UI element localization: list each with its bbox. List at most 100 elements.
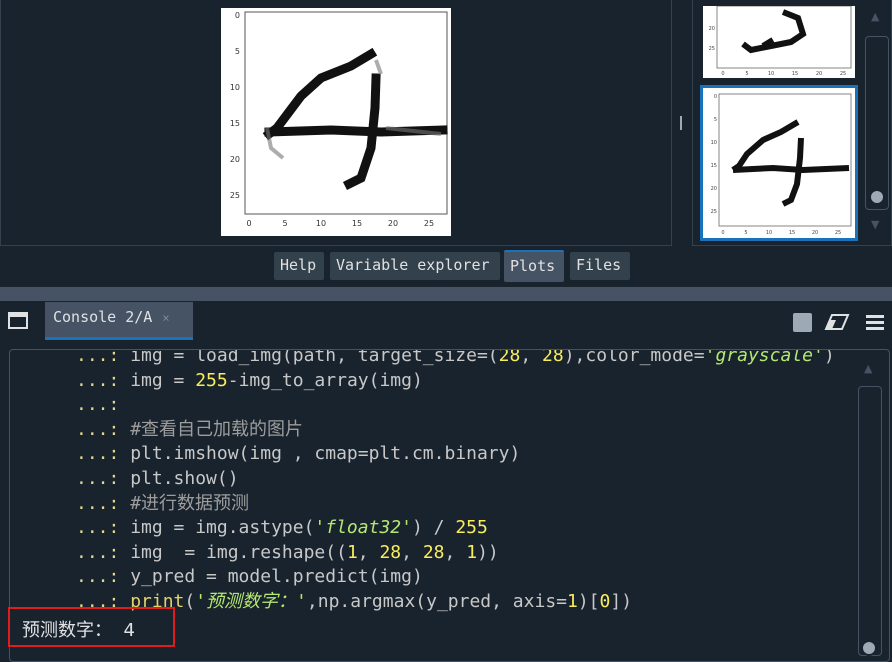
- code-token: 1: [567, 591, 578, 612]
- t2-xtick-0: 0: [721, 230, 724, 236]
- code-token: ,: [357, 541, 380, 563]
- code-token: 1: [346, 541, 358, 563]
- t1-xtick-15: 15: [792, 71, 798, 77]
- t2-xtick-10: 10: [766, 230, 772, 236]
- main-ytick-20: 20: [230, 155, 240, 164]
- main-xtick-5: 5: [282, 219, 287, 228]
- scroll-down-arrow-icon[interactable]: ▼: [871, 218, 879, 231]
- code-line: ...: img = 255-img_to_array(img): [76, 369, 423, 393]
- t1-xtick-20: 20: [816, 71, 822, 77]
- code-token: ,: [444, 541, 467, 563]
- menu-icon[interactable]: [866, 314, 884, 334]
- t2-ytick-20: 20: [711, 186, 717, 192]
- t1-xtick-10: 10: [768, 71, 774, 77]
- thumbnails-scroll-thumb[interactable]: [869, 189, 885, 205]
- main-xtick-0: 0: [246, 219, 251, 228]
- splitter-handle[interactable]: [680, 116, 682, 130]
- t1-xtick-0: 0: [721, 71, 724, 77]
- code-token: 1: [466, 541, 478, 563]
- code-token: 255: [455, 517, 488, 539]
- browse-tabs-icon[interactable]: [8, 312, 28, 330]
- plot-thumbnail-1[interactable]: 20 25 0 5 10 15 20 25: [703, 5, 855, 78]
- main-ytick-15: 15: [230, 119, 240, 128]
- code-token: (: [184, 591, 196, 612]
- t2-xtick-25: 25: [835, 230, 841, 236]
- console-scrollbar[interactable]: [858, 386, 882, 656]
- plot-thumbnail-2-selected[interactable]: 0 5 10 15 20 25 0 5 10 15 20 25: [700, 85, 858, 241]
- scroll-up-arrow-icon[interactable]: ▲: [871, 10, 879, 23]
- code-token: ,: [520, 349, 543, 366]
- main-xtick-20: 20: [388, 219, 398, 228]
- continuation-prompt: ...:: [76, 418, 131, 440]
- stop-icon[interactable]: [793, 313, 812, 332]
- code-token: 255: [195, 369, 228, 391]
- console-tab-label: Console 2/A: [53, 308, 153, 326]
- continuation-prompt: ...:: [76, 492, 131, 514]
- t1-xtick-25: 25: [840, 71, 846, 77]
- t2-ytick-10: 10: [711, 140, 717, 146]
- code-token: 28: [498, 349, 521, 366]
- digit-four-plot: 0 5 10 15 20 25 0 5 10 15 20 25: [230, 11, 448, 228]
- tab-plots[interactable]: Plots: [504, 250, 564, 282]
- thumbnails-scrollbar[interactable]: [865, 36, 889, 210]
- code-line: ...: img = img.reshape((1, 28, 28, 1)): [76, 541, 499, 565]
- code-token: ,: [401, 541, 423, 563]
- continuation-prompt: ...:: [76, 443, 131, 465]
- code-token: -img_to_array(img): [227, 369, 423, 391]
- code-line: ...: y_pred = model.predict(img): [76, 565, 423, 589]
- t2-xtick-20: 20: [812, 230, 818, 236]
- code-token: '预测数字：': [195, 591, 307, 612]
- code-token: ]): [610, 591, 633, 612]
- t2-ytick-5: 5: [714, 117, 717, 123]
- code-token: img =: [130, 369, 196, 391]
- main-ytick-0: 0: [235, 11, 240, 20]
- tab-files[interactable]: Files: [570, 252, 630, 280]
- main-xtick-15: 15: [352, 219, 362, 228]
- continuation-prompt: ...:: [76, 541, 131, 563]
- code-token: ,np.argmax(y_pred, axis=: [306, 591, 567, 612]
- main-xtick-10: 10: [316, 219, 326, 228]
- code-token: img = img.astype(: [130, 517, 315, 539]
- continuation-prompt: ...:: [76, 566, 131, 588]
- prediction-output: 预测数字： 4: [22, 620, 135, 641]
- main-ytick-25: 25: [230, 191, 240, 200]
- continuation-prompt: ...:: [76, 468, 131, 489]
- code-line: ...: img = img.astype('float32') / 255: [76, 516, 488, 540]
- code-token: ) /: [411, 517, 456, 539]
- code-token: 'grayscale': [704, 349, 824, 366]
- console-scroll-up-icon[interactable]: ▲: [864, 362, 872, 375]
- digit-four-thumbnail: 0 5 10 15 20 25 0 5 10 15 20 25: [711, 93, 852, 236]
- code-line: ...: img = load_img(path, target_size=(2…: [76, 349, 835, 368]
- main-plot-image: 0 5 10 15 20 25 0 5 10 15 20 25: [221, 8, 451, 236]
- t2-xtick-15: 15: [789, 230, 795, 236]
- code-token: 'float32': [314, 517, 412, 539]
- main-ytick-10: 10: [230, 83, 240, 92]
- code-token: #查看自己加载的图片: [130, 418, 304, 440]
- code-line: ...: plt.imshow(img , cmap=plt.cm.binary…: [76, 442, 520, 466]
- t1-xtick-5: 5: [745, 71, 748, 77]
- code-token: )[: [577, 591, 600, 612]
- clear-console-icon[interactable]: [824, 312, 850, 336]
- t2-ytick-25: 25: [711, 209, 717, 215]
- t1-ytick-20: 20: [709, 26, 715, 32]
- pane-separator: [0, 287, 892, 301]
- t2-xtick-5: 5: [744, 230, 747, 236]
- code-token: 28: [379, 541, 402, 563]
- code-token: 28: [542, 349, 564, 366]
- t2-ytick-0: 0: [714, 94, 717, 100]
- main-xtick-25: 25: [424, 219, 434, 228]
- tab-variable-explorer[interactable]: Variable explorer: [330, 252, 500, 280]
- console-scroll-thumb[interactable]: [861, 640, 877, 656]
- tab-console-2a[interactable]: Console 2/A ×: [45, 302, 193, 340]
- tab-help[interactable]: Help: [274, 252, 324, 280]
- code-token: ),color_mode=: [563, 349, 705, 366]
- code-token: img = load_img(path, target_size=(: [130, 349, 499, 366]
- digit-two-thumbnail: 20 25 0 5 10 15 20 25: [709, 5, 852, 77]
- code-token: img = img.reshape((: [130, 541, 347, 563]
- close-tab-icon[interactable]: ×: [162, 311, 169, 325]
- code-line: ...:: [76, 393, 130, 417]
- code-token: plt.show(): [130, 468, 239, 489]
- code-token: y_pred = model.predict(img): [130, 566, 423, 588]
- continuation-prompt: ...:: [76, 517, 131, 539]
- code-token: 28: [422, 541, 445, 563]
